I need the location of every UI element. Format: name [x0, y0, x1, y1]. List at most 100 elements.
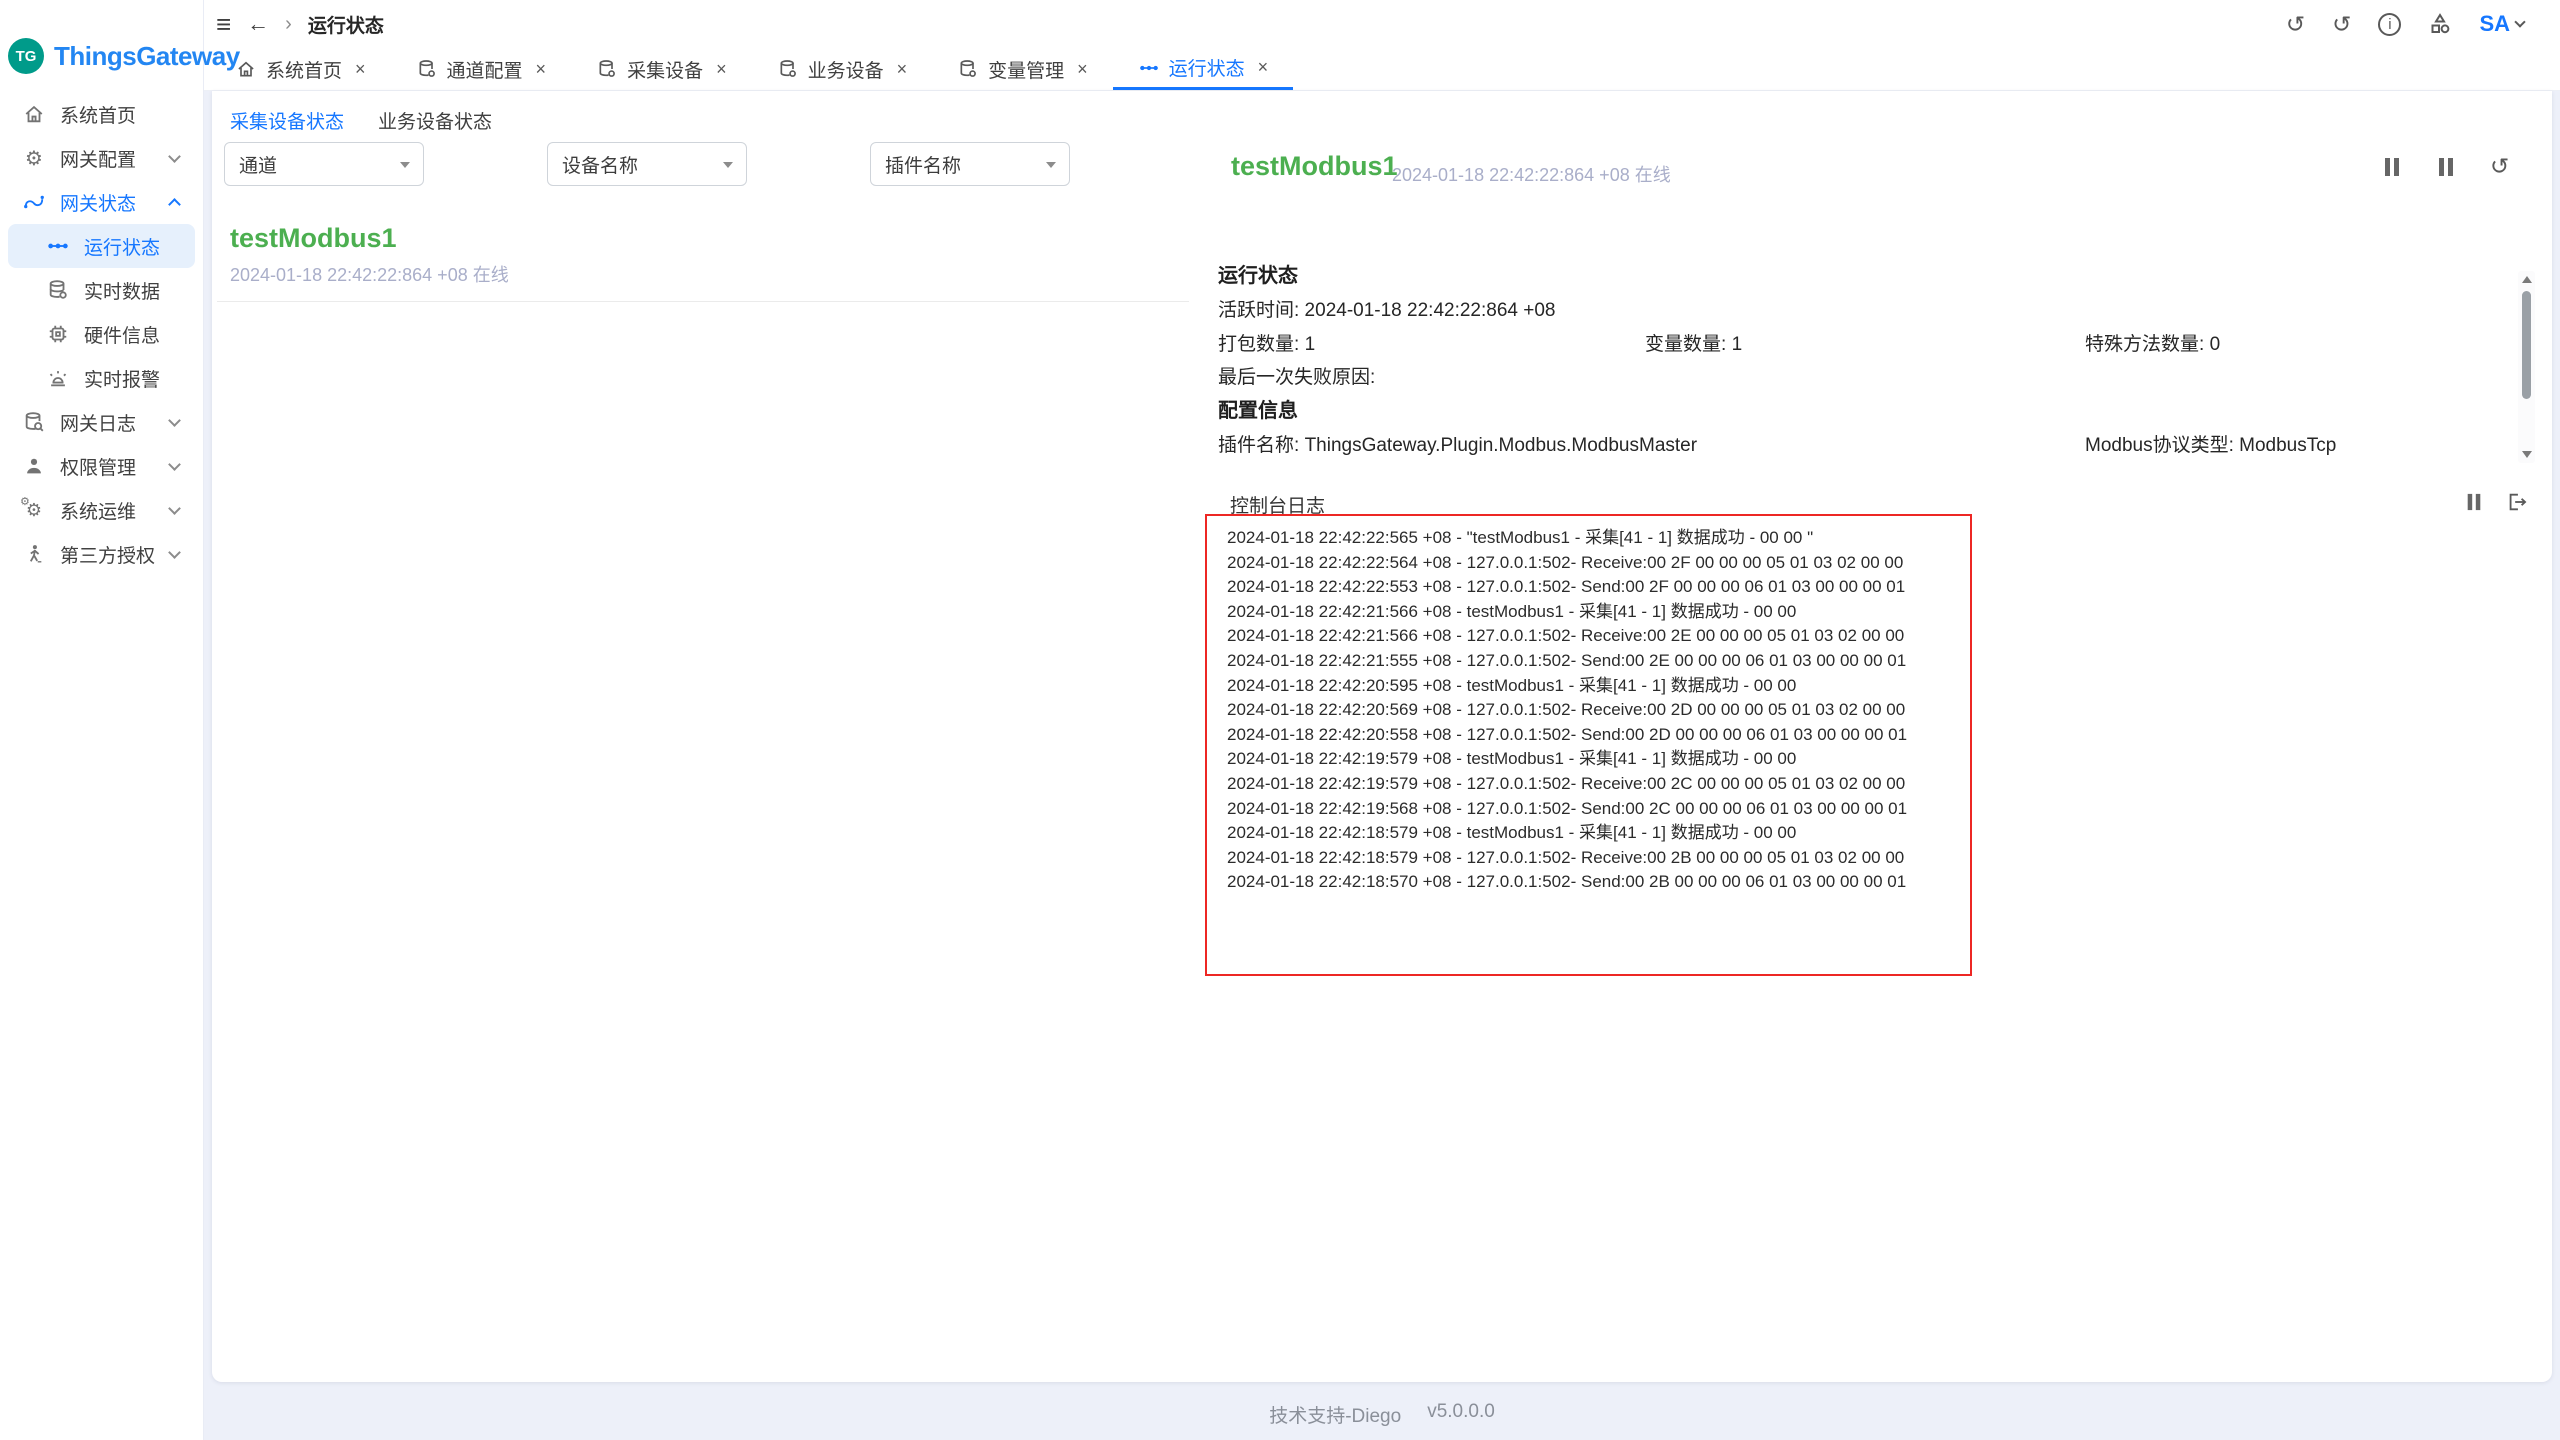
- pulse-icon: [46, 234, 70, 258]
- plugin-name-label: 插件名称:: [1218, 435, 1299, 456]
- refresh-icon[interactable]: ↺: [2490, 155, 2509, 178]
- sidebar-item-third-party-auth[interactable]: 第三方授权: [0, 532, 203, 576]
- log-line: 2024-01-18 22:42:18:579 +08 - 127.0.0.1:…: [1227, 846, 1962, 871]
- tab-business-devices[interactable]: 业务设备 ×: [752, 48, 933, 90]
- sidebar-item-label: 系统首页: [60, 101, 136, 128]
- plugin-name-select-value: 插件名称: [885, 151, 961, 178]
- refresh-icon[interactable]: ↺: [2332, 13, 2351, 36]
- detail-scrollbar[interactable]: [2518, 271, 2535, 463]
- log-line: 2024-01-18 22:42:19:568 +08 - 127.0.0.1:…: [1227, 797, 1962, 822]
- log-line: 2024-01-18 22:42:19:579 +08 - testModbus…: [1227, 747, 1962, 772]
- sidebar-item-gateway-config[interactable]: ⚙ 网关配置: [0, 136, 203, 180]
- active-time: 活跃时间: 2024-01-18 22:42:22:864 +08: [1218, 295, 1555, 322]
- chevron-down-icon: [168, 414, 181, 427]
- console-log-panel[interactable]: 2024-01-18 22:42:22:565 +08 - "testModbu…: [1205, 514, 1972, 976]
- close-icon[interactable]: ×: [1258, 57, 1269, 78]
- variable-count: 变量数量: 1: [1645, 329, 1742, 356]
- log-line: 2024-01-18 22:42:21:566 +08 - 127.0.0.1:…: [1227, 624, 1962, 649]
- tab-variable-management[interactable]: 变量管理 ×: [932, 48, 1113, 90]
- log-line: 2024-01-18 22:42:20:558 +08 - 127.0.0.1:…: [1227, 723, 1962, 748]
- tab-bar: 系统首页 × 通道配置 × 采集设备 × 业务设备 ×: [204, 48, 2560, 91]
- close-icon[interactable]: ×: [716, 59, 727, 80]
- sidebar-item-permissions[interactable]: 权限管理: [0, 444, 203, 488]
- pack-count: 打包数量: 1: [1218, 329, 1315, 356]
- chevron-down-icon: [168, 502, 181, 515]
- scrollbar-thumb[interactable]: [2522, 291, 2531, 399]
- tab-label: 变量管理: [988, 56, 1064, 83]
- hamburger-menu-icon[interactable]: ≡: [216, 11, 231, 37]
- tab-run-status[interactable]: 运行状态 ×: [1113, 48, 1294, 90]
- brand: TG ThingsGateway: [0, 0, 203, 88]
- scroll-down-icon[interactable]: [2522, 451, 2532, 458]
- console-log-actions: [2464, 491, 2528, 513]
- sidebar-item-realtime-data[interactable]: 实时数据: [0, 268, 203, 312]
- tab-business-device-status[interactable]: 业务设备状态: [376, 99, 494, 146]
- footer-version: v5.0.0.0: [1427, 1401, 1495, 1428]
- cpu-icon: [46, 322, 70, 346]
- pause-icon[interactable]: [2465, 493, 2483, 511]
- user-icon: [22, 454, 46, 478]
- route-icon: [22, 190, 46, 214]
- scroll-up-icon[interactable]: [2522, 276, 2532, 283]
- device-name-select[interactable]: 设备名称: [547, 142, 747, 186]
- tab-collect-devices[interactable]: 采集设备 ×: [571, 48, 752, 90]
- sidebar-item-label: 实时数据: [84, 277, 160, 304]
- close-icon[interactable]: ×: [1077, 59, 1088, 80]
- plugin-name-select[interactable]: 插件名称: [870, 142, 1070, 186]
- pause-icon[interactable]: [2436, 157, 2456, 177]
- shapes-icon[interactable]: [2428, 12, 2452, 36]
- database-gear-icon: [777, 58, 799, 80]
- variable-count-value: 1: [1732, 334, 1743, 355]
- tab-channel-config[interactable]: 通道配置 ×: [391, 48, 572, 90]
- tab-label: 业务设备: [808, 56, 884, 83]
- last-fail-reason: 最后一次失败原因:: [1218, 362, 1375, 389]
- device-list-item[interactable]: testModbus1 2024-01-18 22:42:22:864 +08 …: [217, 217, 1189, 302]
- refresh-icon[interactable]: ↺: [2286, 13, 2305, 36]
- device-status-tabs: 采集设备状态 业务设备状态: [228, 99, 494, 146]
- run-status-title: 运行状态: [1218, 259, 1298, 288]
- log-line: 2024-01-18 22:42:22:565 +08 - "testModbu…: [1227, 526, 1962, 551]
- sidebar-item-gateway-logs[interactable]: 网关日志: [0, 400, 203, 444]
- sidebar-item-label: 实时报警: [84, 365, 160, 392]
- device-name: testModbus1: [230, 223, 1176, 254]
- modbus-protocol-value: ModbusTcp: [2239, 435, 2336, 456]
- back-arrow-icon[interactable]: ←: [247, 13, 269, 35]
- sidebar-item-system-ops[interactable]: ⚙⚙ 系统运维: [0, 488, 203, 532]
- log-line: 2024-01-18 22:42:19:579 +08 - 127.0.0.1:…: [1227, 772, 1962, 797]
- user-menu[interactable]: SA: [2479, 11, 2524, 37]
- content-card: 采集设备状态 业务设备状态 通道 设备名称 插件名称 testModbus: [212, 91, 2552, 1382]
- modbus-protocol: Modbus协议类型: ModbusTcp: [2085, 430, 2336, 457]
- log-line: 2024-01-18 22:42:20:569 +08 - 127.0.0.1:…: [1227, 698, 1962, 723]
- app-root: TG ThingsGateway 系统首页 ⚙ 网关配置 网关状态: [0, 0, 2560, 1440]
- close-icon[interactable]: ×: [536, 59, 547, 80]
- brand-logo-icon: TG: [8, 38, 44, 74]
- sidebar-item-hardware-info[interactable]: 硬件信息: [0, 312, 203, 356]
- sidebar-item-label: 运行状态: [84, 233, 160, 260]
- sidebar-item-home[interactable]: 系统首页: [0, 92, 203, 136]
- footer-support: 技术支持-Diego: [1269, 1401, 1401, 1428]
- sidebar: TG ThingsGateway 系统首页 ⚙ 网关配置 网关状态: [0, 0, 204, 1440]
- caret-down-icon: [1046, 162, 1056, 168]
- database-search-icon: [22, 410, 46, 434]
- sidebar-item-realtime-alarm[interactable]: 实时报警: [0, 356, 203, 400]
- database-gear-icon: [596, 58, 618, 80]
- sidebar-item-gateway-status[interactable]: 网关状态: [0, 180, 203, 224]
- device-name-select-value: 设备名称: [562, 151, 638, 178]
- alarm-icon: [46, 366, 70, 390]
- topbar: ≡ ← › 运行状态 ↺ ↺ i SA: [204, 0, 2560, 48]
- tab-label: 通道配置: [447, 56, 523, 83]
- export-icon[interactable]: [2506, 491, 2528, 513]
- close-icon[interactable]: ×: [897, 59, 908, 80]
- pack-count-label: 打包数量:: [1218, 334, 1299, 355]
- channel-select[interactable]: 通道: [224, 142, 424, 186]
- close-icon[interactable]: ×: [355, 59, 366, 80]
- sidebar-item-run-status[interactable]: 运行状态: [8, 224, 195, 268]
- device-online-time: 2024-01-18 22:42:22:864 +08 在线: [230, 261, 1176, 287]
- breadcrumb: 运行状态: [308, 11, 384, 38]
- pause-icon[interactable]: [2382, 157, 2402, 177]
- info-icon[interactable]: i: [2378, 13, 2401, 36]
- detail-device-name: testModbus1: [1231, 151, 1398, 182]
- tab-collect-device-status[interactable]: 采集设备状态: [228, 99, 346, 146]
- user-name: SA: [2479, 11, 2510, 37]
- log-line: 2024-01-18 22:42:20:595 +08 - testModbus…: [1227, 674, 1962, 699]
